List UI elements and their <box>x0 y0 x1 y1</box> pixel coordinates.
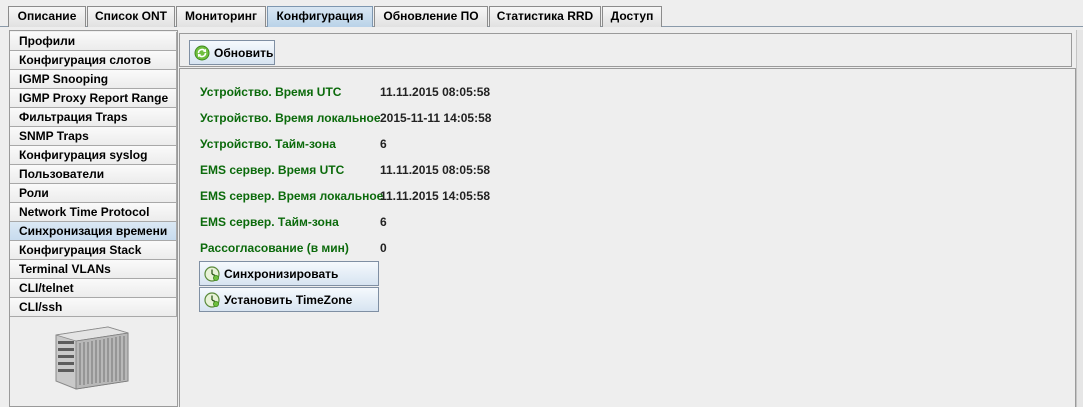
device-timezone-label: Устройство. Тайм-зона <box>200 137 336 151</box>
device-local-time-value: 2015-11-11 14:05:58 <box>380 111 492 125</box>
ems-local-time-value: 11.11.2015 14:05:58 <box>380 189 491 203</box>
sidebar-item-slot-config[interactable]: Конфигурация слотов <box>10 51 177 70</box>
tab-configuration[interactable]: Конфигурация <box>267 6 373 27</box>
synchronize-label: Синхронизировать <box>224 266 339 281</box>
device-timezone-value: 6 <box>380 137 387 151</box>
time-mismatch-value: 0 <box>380 241 387 255</box>
sidebar-item-stack-config[interactable]: Конфигурация Stack <box>10 241 177 260</box>
device-utc-time-label: Устройство. Время UTC <box>200 85 342 99</box>
sidebar-item-cli-ssh[interactable]: CLI/ssh <box>10 298 177 317</box>
tab-description[interactable]: Описание <box>8 6 86 27</box>
tab-rrd-statistics[interactable]: Статистика RRD <box>489 6 601 27</box>
device-utc-time-value: 11.11.2015 08:05:58 <box>380 85 491 99</box>
ems-timezone-label: EMS сервер. Тайм-зона <box>200 215 339 229</box>
synchronize-button[interactable]: Синхронизировать <box>199 261 379 286</box>
window-edge <box>1076 30 1083 407</box>
tab-ont-list[interactable]: Список ONT <box>87 6 175 27</box>
sidebar-item-snmp-traps[interactable]: SNMP Traps <box>10 127 177 146</box>
refresh-label: Обновить <box>214 45 274 60</box>
sidebar-item-syslog-config[interactable]: Конфигурация syslog <box>10 146 177 165</box>
ems-utc-time-value: 11.11.2015 08:05:58 <box>380 163 491 177</box>
tab-access[interactable]: Доступ <box>602 6 662 27</box>
clock-icon <box>204 265 220 282</box>
sidebar-item-igmp-proxy-report-range[interactable]: IGMP Proxy Report Range <box>10 89 177 108</box>
ems-local-time-label: EMS сервер. Время локальное <box>200 189 384 203</box>
refresh-icon <box>194 45 210 60</box>
tab-firmware-update[interactable]: Обновление ПО <box>374 6 488 27</box>
clock-icon <box>204 291 220 308</box>
olt-chassis-icon <box>55 326 129 390</box>
sidebar-item-cli-telnet[interactable]: CLI/telnet <box>10 279 177 298</box>
tab-bar: Описание Список ONT Мониторинг Конфигура… <box>0 0 1083 27</box>
sidebar-item-ntp[interactable]: Network Time Protocol <box>10 203 177 222</box>
set-timezone-button[interactable]: Установить TimeZone <box>199 287 379 312</box>
device-local-time-label: Устройство. Время локальное <box>200 111 381 125</box>
refresh-button[interactable]: Обновить <box>189 40 275 65</box>
tab-monitoring[interactable]: Мониторинг <box>176 6 266 27</box>
sidebar-item-users[interactable]: Пользователи <box>10 165 177 184</box>
sidebar-item-trap-filtering[interactable]: Фильтрация Traps <box>10 108 177 127</box>
ems-timezone-value: 6 <box>380 215 387 229</box>
sidebar-item-igmp-snooping[interactable]: IGMP Snooping <box>10 70 177 89</box>
sidebar-item-terminal-vlans[interactable]: Terminal VLANs <box>10 260 177 279</box>
set-timezone-label: Установить TimeZone <box>224 292 353 307</box>
time-mismatch-label: Рассогласование (в мин) <box>200 241 349 255</box>
sidebar: Профили Конфигурация слотов IGMP Snoopin… <box>9 30 178 407</box>
ems-utc-time-label: EMS сервер. Время UTC <box>200 163 345 177</box>
toolbar: Обновить <box>179 33 1072 67</box>
sidebar-item-profiles[interactable]: Профили <box>10 32 177 51</box>
time-sync-panel: Устройство. Время UTC 11.11.2015 08:05:5… <box>179 68 1076 407</box>
sidebar-item-time-sync[interactable]: Синхронизация времени <box>10 222 177 241</box>
sidebar-item-roles[interactable]: Роли <box>10 184 177 203</box>
